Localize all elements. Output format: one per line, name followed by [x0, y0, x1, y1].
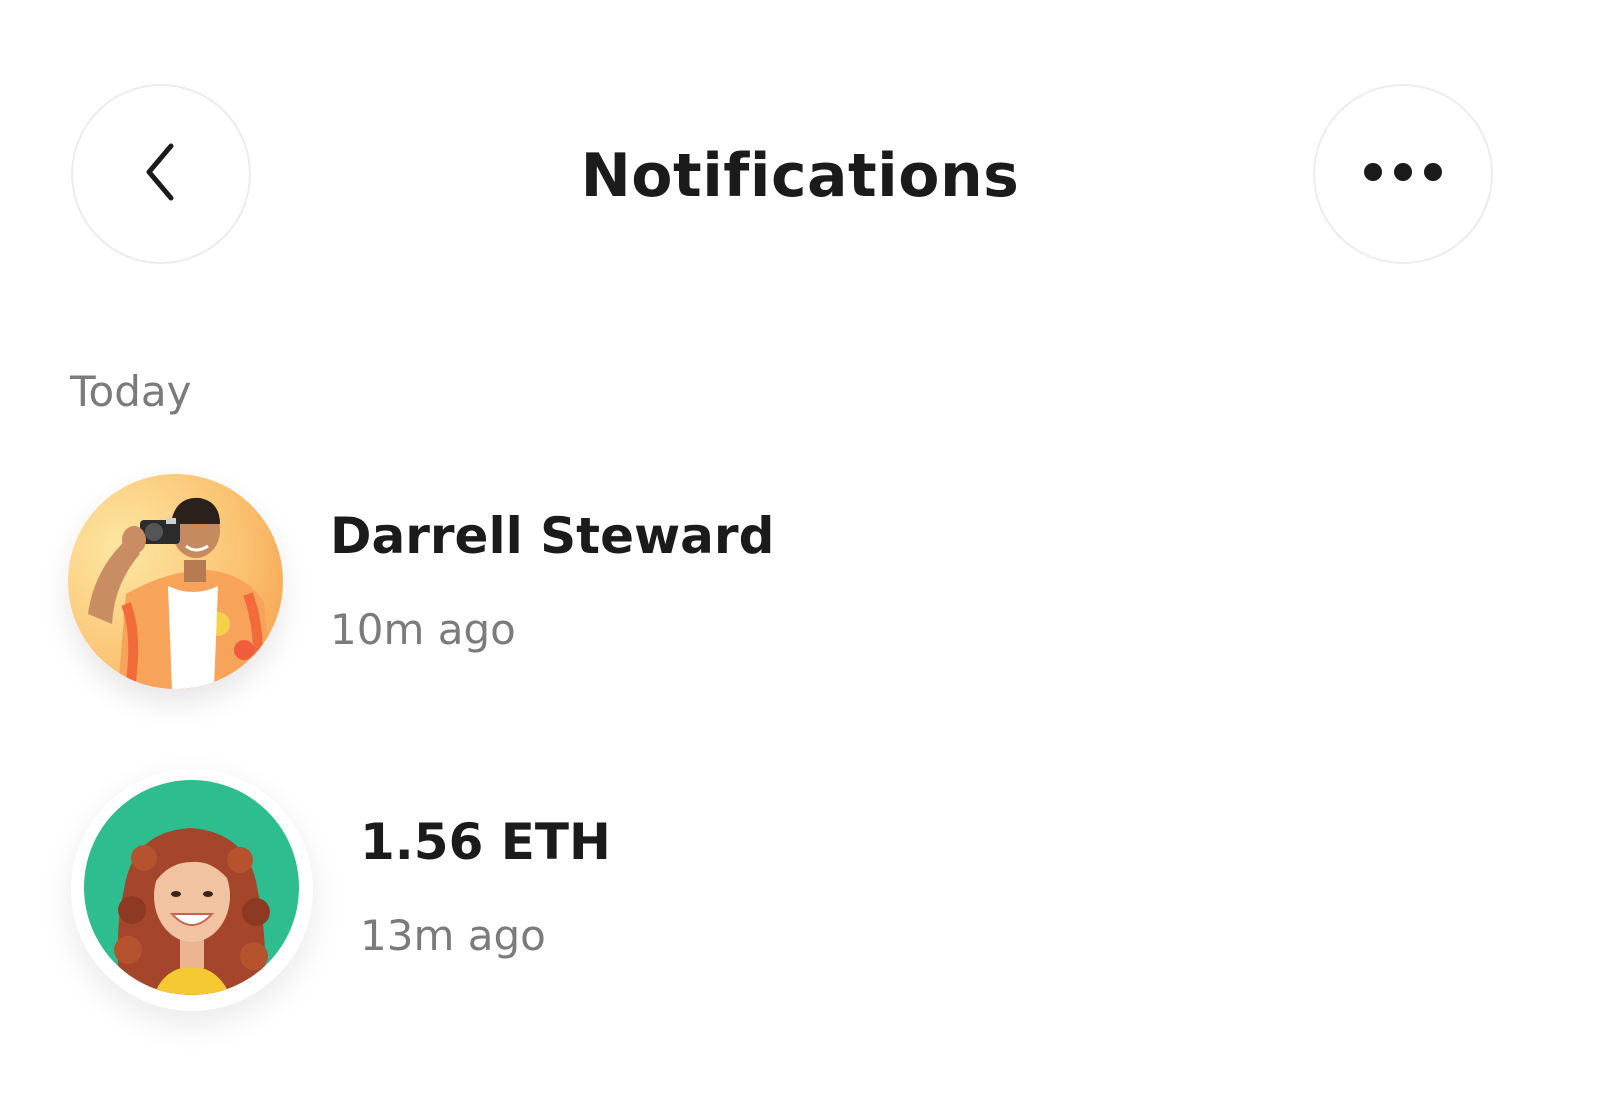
more-horizontal-icon: [1361, 160, 1445, 188]
notification-time: 10m ago: [330, 605, 516, 654]
avatar: [84, 780, 299, 995]
avatar: [68, 474, 283, 689]
chevron-left-icon: [141, 142, 181, 206]
notification-item[interactable]: Darrell Steward 10m ago: [68, 470, 828, 700]
back-button[interactable]: [71, 84, 251, 264]
more-options-button[interactable]: [1313, 84, 1493, 264]
notification-time: 13m ago: [360, 911, 546, 960]
section-label-today: Today: [70, 367, 192, 416]
notification-title: Darrell Steward: [330, 507, 775, 565]
notification-item[interactable]: 1.56 ETH 13m ago: [68, 766, 828, 1016]
notification-title: 1.56 ETH: [360, 813, 611, 871]
page-title: Notifications: [580, 141, 1020, 211]
